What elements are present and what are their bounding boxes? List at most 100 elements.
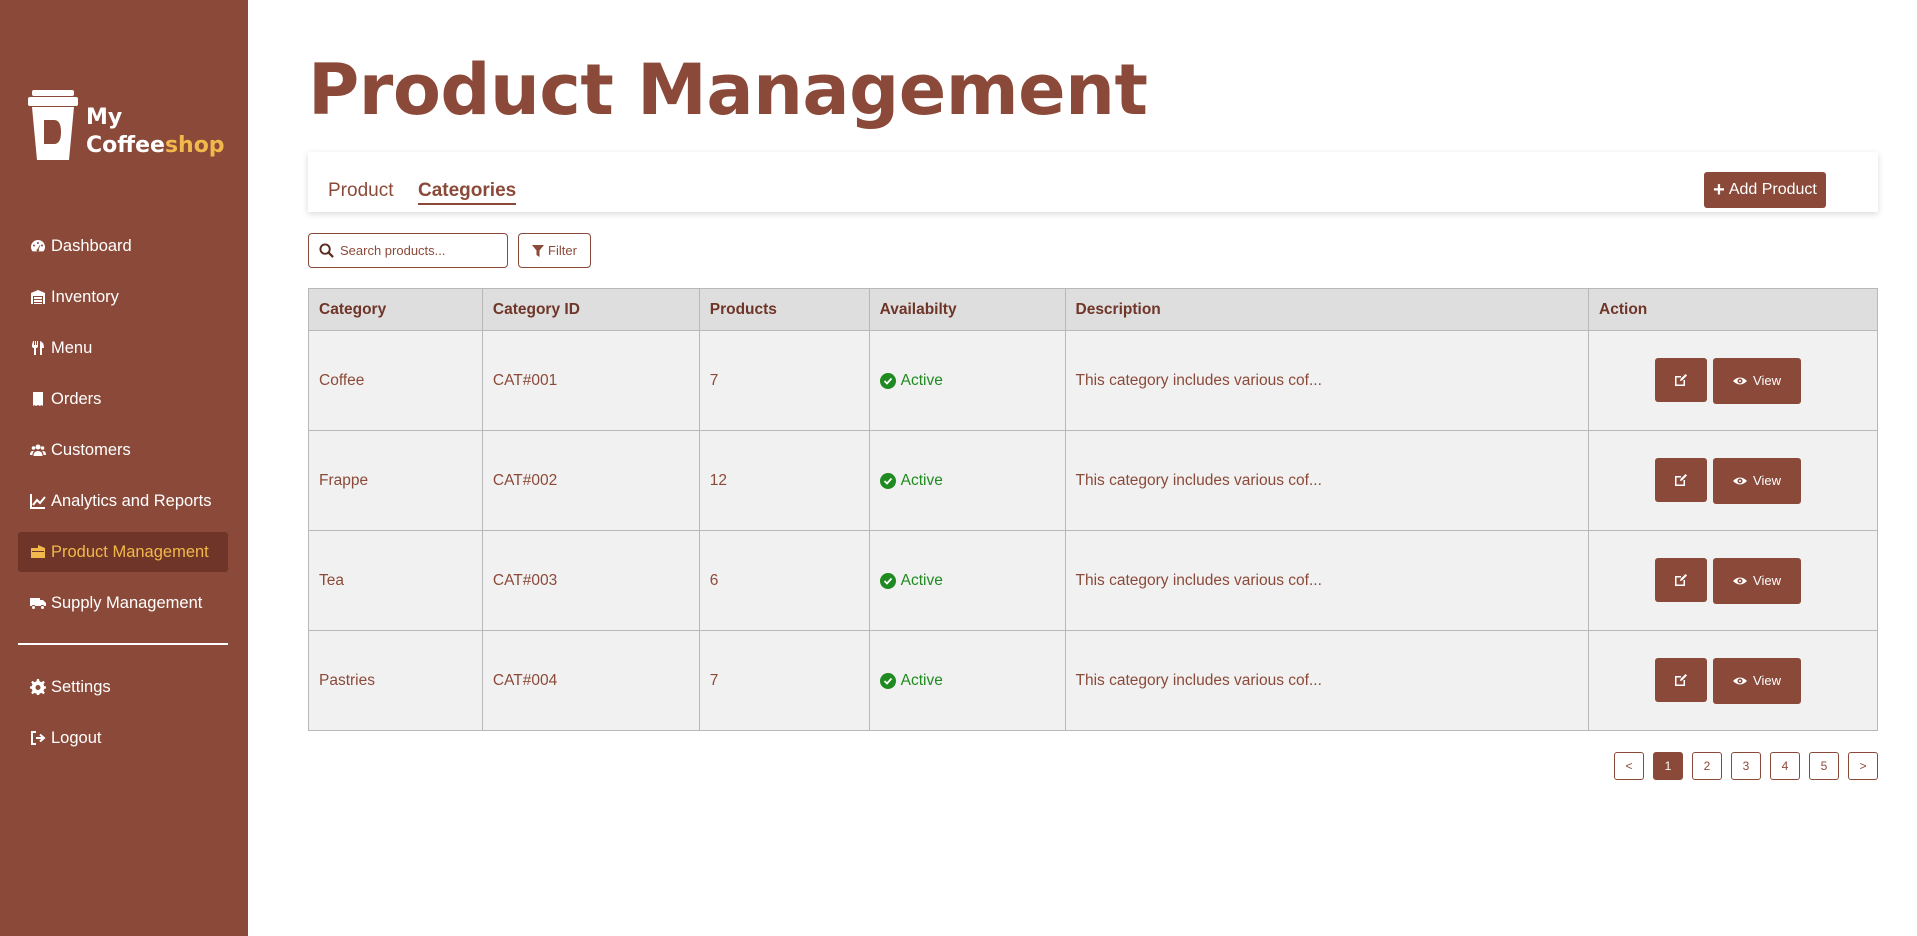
sidebar-item-dashboard[interactable]: Dashboard [18, 226, 228, 266]
sidebar-item-label: Customers [51, 440, 131, 459]
check-circle-icon [879, 672, 896, 689]
categories-table: Category Category ID Products Availabilt… [308, 288, 1878, 731]
search-icon [319, 243, 334, 258]
utensils-icon [28, 339, 48, 357]
status-badge: Active [900, 671, 943, 689]
edit-button[interactable] [1655, 557, 1708, 602]
box-icon [28, 543, 48, 561]
column-header-availability[interactable]: Availabilty [868, 288, 1066, 331]
cell-description: This category includes various cof... [1064, 430, 1590, 531]
search-box[interactable] [308, 233, 508, 268]
pagination: < 1 2 3 4 5 > [1614, 752, 1878, 780]
page-title: Product Management [308, 49, 1148, 131]
sidebar: My Coffeeshop Dashboard Inventory Menu O… [0, 0, 248, 936]
brand-name-shop: shop [164, 133, 225, 158]
brand-name-line1: My [86, 105, 123, 130]
brand-name: My Coffeeshop [86, 104, 225, 160]
sidebar-item-supply-management[interactable]: Supply Management [18, 583, 228, 623]
cell-category: Pastries [308, 630, 483, 731]
gear-icon [28, 678, 48, 696]
edit-icon [1675, 673, 1688, 686]
cell-action: View [1588, 430, 1878, 531]
pagination-page-3[interactable]: 3 [1731, 752, 1761, 780]
sidebar-item-label: Inventory [51, 287, 119, 306]
sidebar-item-label: Product Management [51, 542, 209, 561]
receipt-icon [28, 390, 48, 408]
eye-icon [1733, 577, 1748, 584]
sidebar-item-logout[interactable]: Logout [18, 718, 228, 758]
edit-button[interactable] [1655, 457, 1708, 502]
cell-category-id: CAT#003 [481, 530, 700, 631]
plus-icon: + [1713, 179, 1725, 201]
pagination-page-2[interactable]: 2 [1692, 752, 1722, 780]
brand-logo[interactable]: My Coffeeshop [28, 86, 228, 166]
cell-products: 7 [698, 330, 870, 431]
cell-action: View [1588, 530, 1878, 631]
column-header-category-id[interactable]: Category ID [481, 288, 700, 331]
sidebar-item-product-management[interactable]: Product Management [18, 532, 228, 572]
edit-button[interactable] [1655, 657, 1708, 702]
view-button[interactable]: View [1713, 657, 1802, 704]
sidebar-divider [18, 643, 228, 645]
check-circle-icon [879, 472, 896, 489]
cell-description: This category includes various cof... [1064, 630, 1590, 731]
sidebar-item-label: Orders [51, 389, 102, 408]
sidebar-item-customers[interactable]: Customers [18, 430, 228, 470]
sidebar-item-menu[interactable]: Menu [18, 328, 228, 368]
pagination-prev[interactable]: < [1614, 752, 1644, 780]
cell-action: View [1588, 330, 1878, 431]
view-label: View [1753, 473, 1781, 488]
view-button[interactable]: View [1713, 357, 1802, 404]
sidebar-item-orders[interactable]: Orders [18, 379, 228, 419]
users-icon [28, 441, 48, 459]
view-button[interactable]: View [1713, 557, 1802, 604]
sidebar-item-settings[interactable]: Settings [18, 667, 228, 707]
table-row: Pastries CAT#004 7 Active This category … [308, 630, 1878, 731]
sidebar-item-label: Dashboard [51, 236, 132, 255]
add-product-button[interactable]: + Add Product [1704, 172, 1826, 208]
edit-button[interactable] [1655, 357, 1708, 402]
pagination-page-4[interactable]: 4 [1770, 752, 1800, 780]
sidebar-item-analytics[interactable]: Analytics and Reports [18, 481, 228, 521]
column-header-action: Action [1588, 288, 1878, 331]
cell-availability: Active [868, 630, 1066, 731]
cell-category-id: CAT#004 [481, 630, 700, 731]
search-input[interactable] [340, 243, 500, 258]
status-badge: Active [900, 571, 943, 589]
chart-line-icon [28, 492, 48, 510]
table-row: Tea CAT#003 6 Active This category inclu… [308, 530, 1878, 631]
status-badge: Active [900, 471, 943, 489]
sidebar-nav: Dashboard Inventory Menu Orders Customer… [18, 226, 228, 769]
sidebar-item-inventory[interactable]: Inventory [18, 277, 228, 317]
cell-availability: Active [868, 430, 1066, 531]
tab-product[interactable]: Product [328, 180, 393, 202]
cell-availability: Active [868, 330, 1066, 431]
cell-category: Coffee [308, 330, 483, 431]
table-row: Frappe CAT#002 12 Active This category i… [308, 430, 1878, 531]
pagination-page-1[interactable]: 1 [1653, 752, 1683, 780]
filter-button[interactable]: Filter [518, 233, 591, 268]
tab-categories[interactable]: Categories [418, 180, 517, 205]
cell-category-id: CAT#001 [481, 330, 700, 431]
add-product-label: Add Product [1728, 181, 1817, 198]
coffee-cup-icon [28, 90, 78, 160]
column-header-description[interactable]: Description [1064, 288, 1590, 331]
column-header-category[interactable]: Category [308, 288, 483, 331]
cell-description: This category includes various cof... [1064, 330, 1590, 431]
edit-icon [1675, 573, 1688, 586]
view-label: View [1753, 573, 1781, 588]
edit-icon [1675, 473, 1688, 486]
sidebar-item-label: Settings [51, 677, 111, 696]
cell-action: View [1588, 630, 1878, 731]
truck-icon [28, 594, 48, 612]
filter-icon [532, 244, 545, 257]
column-header-products[interactable]: Products [698, 288, 870, 331]
view-button[interactable]: View [1713, 457, 1802, 504]
pagination-next[interactable]: > [1848, 752, 1878, 780]
eye-icon [1733, 477, 1748, 484]
brand-name-coffee: Coffee [86, 133, 165, 158]
view-label: View [1753, 373, 1781, 388]
cell-products: 7 [698, 630, 870, 731]
pagination-page-5[interactable]: 5 [1809, 752, 1839, 780]
table-header-row: Category Category ID Products Availabilt… [308, 288, 1878, 331]
